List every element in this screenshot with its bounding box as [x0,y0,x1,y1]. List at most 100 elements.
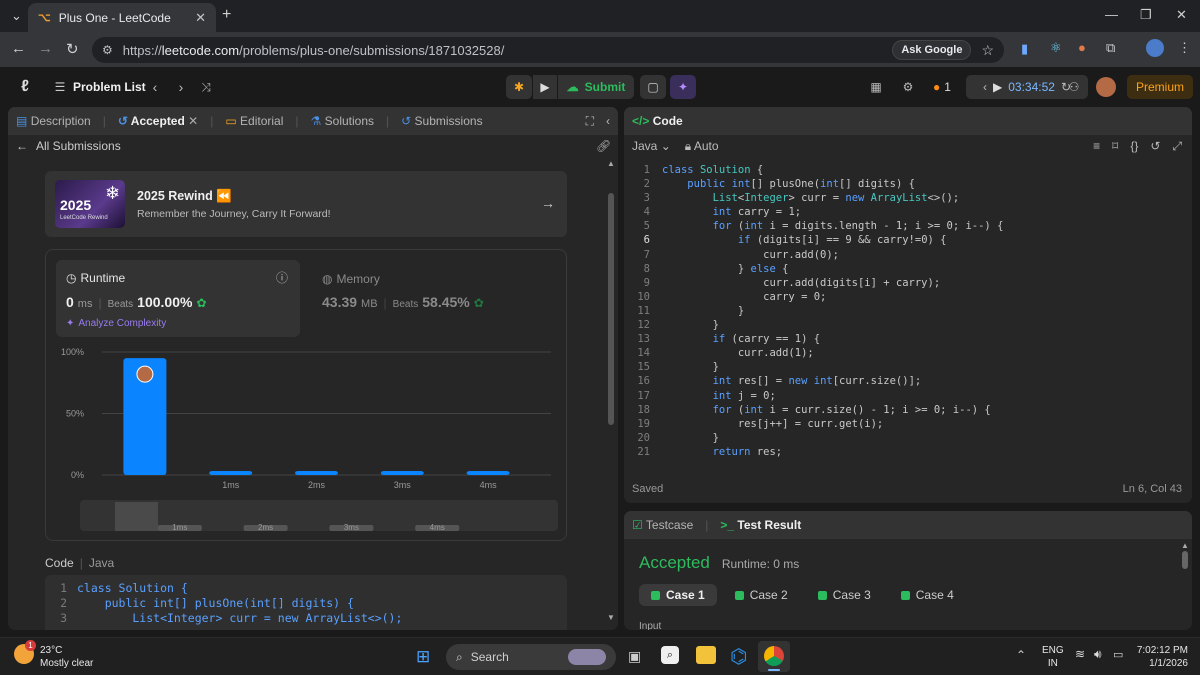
auto-mode-toggle[interactable]: 🔒︎ Auto [685,139,719,154]
braces-icon[interactable]: {} [1130,139,1138,154]
vscode-icon[interactable]: ⌬ [730,644,747,669]
forward-icon[interactable]: → [38,40,53,57]
editor-line[interactable]: 16 int res[] = new int[curr.size()]; [624,374,1192,388]
editor-line[interactable]: 9 curr.add(digits[i] + carry); [624,276,1192,290]
chart-range-scrubber[interactable]: 1ms 2ms 3ms 4ms [80,500,558,531]
extensions-puzzle-icon[interactable]: ⧉ [1106,40,1115,56]
ask-google-button[interactable]: Ask Google [892,40,972,60]
left-scrollbar[interactable]: ▲ ▼ [607,159,615,623]
tab-test-result[interactable]: >_ Test Result [720,518,801,532]
language-select[interactable]: Java ⌄ [632,139,671,154]
problem-list-icon[interactable]: ☰ [52,75,68,99]
minimize-icon[interactable]: — [1105,7,1118,22]
editor-line[interactable]: 15 } [624,360,1192,374]
settings-gear-icon[interactable]: ⚙ [898,75,918,99]
browser-tab[interactable]: ⌥ Plus One - LeetCode ✕ [28,3,216,32]
editor-line[interactable]: 5 for (int i = digits.length - 1; i >= 0… [624,219,1192,233]
reset-code-icon[interactable]: ↺ [1150,139,1160,154]
memory-label[interactable]: ◍ Memory [322,272,380,286]
editor-line[interactable]: 7 curr.add(0); [624,248,1192,262]
info-icon[interactable]: ⓘ [276,269,288,286]
editor-line[interactable]: 1 class Solution { [624,163,1192,177]
weather-icon[interactable]: 1 [14,640,36,664]
code-editor[interactable]: 1 class Solution {2 public int[] plusOne(… [624,163,1192,463]
battery-icon[interactable]: ▭ [1113,648,1123,661]
timer-play-icon[interactable]: ▶ [993,80,1002,94]
runtime-box[interactable]: ◷ Runtime ⓘ 0 ms | Beats 100.00% ✿ ✦ Analy… [56,260,300,337]
editor-line[interactable]: 21 return res; [624,445,1192,459]
editor-line[interactable]: 19 res[j++] = curr.get(i); [624,417,1192,431]
prev-problem-icon[interactable]: ‹ [148,75,162,99]
layout-grid-icon[interactable]: ▦ [866,75,886,99]
extension-react-icon[interactable]: ⚛ [1050,40,1062,56]
timer-collapse-icon[interactable]: ‹ [983,80,987,94]
editor-line[interactable]: 14 curr.add(1); [624,346,1192,360]
windows-start-icon[interactable]: ⊞ [416,647,430,667]
bookmark-icon[interactable]: ⌑ [1112,139,1118,154]
rewind-arrow-icon[interactable]: → [541,195,555,211]
close-tab-accepted-icon[interactable]: ✕ [188,114,198,128]
ai-sparkle-icon[interactable]: ✦ [670,75,696,99]
new-tab-icon[interactable]: + [222,6,231,24]
close-tab-icon[interactable]: ✕ [195,10,206,26]
reload-icon[interactable]: ↻ [66,40,79,58]
tab-testcase[interactable]: ☑ Testcase [632,518,693,532]
all-submissions-link[interactable]: ← All Submissions [16,139,121,153]
tab-description[interactable]: ▤ Description [16,114,91,128]
leetcode-logo-icon[interactable]: ℓ [14,75,36,99]
url-bar[interactable]: ⚙ https://leetcode.com/problems/plus-one… [92,37,1004,63]
url-text[interactable]: https://leetcode.com/problems/plus-one/s… [123,43,883,58]
weather-widget[interactable]: 23°C Mostly clear [40,644,93,670]
case-tab[interactable]: Case 1 [639,584,717,606]
language-indicator[interactable]: ENG IN [1042,644,1064,670]
close-window-icon[interactable]: ✕ [1176,7,1187,23]
fullscreen-icon[interactable]: ⛶ [586,114,594,129]
tab-editorial[interactable]: ▭ Editorial [225,114,283,128]
collapse-panel-icon[interactable]: ‹ [606,114,610,128]
task-view-icon[interactable]: ▣ [628,648,641,665]
back-icon[interactable]: ← [11,40,26,57]
tab-search-chevron-icon[interactable]: ⌄ [11,8,22,24]
tab-code[interactable]: </> Code [632,114,683,128]
run-button[interactable]: ▶ [533,75,557,99]
editor-line[interactable]: 13 if (carry == 1) { [624,332,1192,346]
site-settings-icon[interactable]: ⚙ [102,43,113,57]
premium-button[interactable]: Premium [1127,75,1193,99]
debug-icon[interactable]: ✱ [506,75,532,99]
shuffle-icon[interactable]: ⤨ [198,75,214,99]
notes-icon[interactable]: ▢ [640,75,666,99]
editor-line[interactable]: 10 carry = 0; [624,290,1192,304]
system-clock[interactable]: 7:02:12 PM 1/1/2026 [1134,644,1188,670]
expand-icon[interactable]: ⤢ [1172,139,1182,154]
case-tab[interactable]: Case 3 [806,584,883,606]
share-link-icon[interactable]: 🔗︎ [596,139,611,153]
bookmark-star-icon[interactable]: ☆ [981,42,994,59]
next-problem-icon[interactable]: › [174,75,188,99]
editor-line[interactable]: 8 } else { [624,262,1192,276]
extension-doc-icon[interactable]: ▮ [1021,41,1028,57]
result-scrollbar[interactable]: ▲ [1181,541,1189,627]
analyze-complexity-link[interactable]: ✦ Analyze Complexity [66,318,166,329]
editor-line[interactable]: 3 List<Integer> curr = new ArrayList<>()… [624,191,1192,205]
tray-overflow-icon[interactable]: ⌃ [1016,648,1026,662]
streak-counter[interactable]: ● 1 [928,75,956,99]
file-explorer-icon[interactable] [696,646,716,664]
volume-icon[interactable]: 🔊︎ [1094,647,1102,662]
tab-submissions[interactable]: ↺ Submissions [401,114,482,128]
wifi-icon[interactable]: ≋ [1075,647,1085,661]
tab-solutions[interactable]: ⚗ Solutions [311,114,374,128]
format-icon[interactable]: ≡ [1093,139,1100,154]
editor-line[interactable]: 11 } [624,304,1192,318]
maximize-icon[interactable]: ❐ [1140,7,1152,23]
editor-line[interactable]: 2 public int[] plusOne(int[] digits) { [624,177,1192,191]
editor-line[interactable]: 4 int carry = 1; [624,205,1192,219]
chrome-menu-icon[interactable]: ⋮ [1178,40,1191,56]
editor-line[interactable]: 20 } [624,431,1192,445]
case-tab[interactable]: Case 4 [889,584,966,606]
chrome-taskbar-button[interactable] [758,641,790,672]
user-avatar[interactable] [1096,77,1116,97]
editor-line[interactable]: 6 if (digits[i] == 9 && carry!=0) { [624,233,1192,247]
search-app-icon[interactable]: ⌕ [661,646,679,664]
invite-user-icon[interactable]: ⚇ [1064,75,1084,99]
case-tab[interactable]: Case 2 [723,584,800,606]
